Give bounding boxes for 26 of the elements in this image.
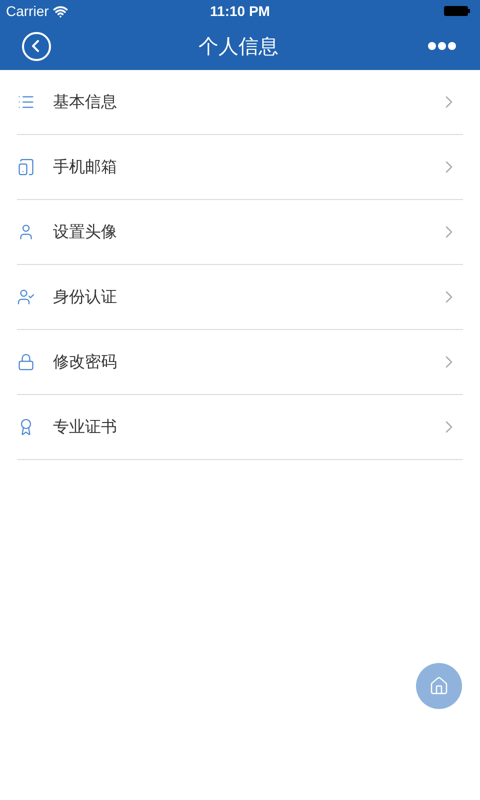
menu-label: 身份认证 bbox=[53, 286, 117, 308]
back-button[interactable] bbox=[22, 32, 51, 60]
menu-item[interactable]: 设置头像 bbox=[17, 200, 463, 265]
user-check-icon bbox=[17, 288, 35, 306]
lock-icon bbox=[17, 353, 35, 371]
menu-label: 手机邮箱 bbox=[53, 156, 117, 178]
page-title: 个人信息 bbox=[198, 33, 278, 60]
menu-item[interactable]: 基本信息 bbox=[17, 70, 463, 135]
menu-label: 修改密码 bbox=[53, 351, 117, 373]
menu-label: 设置头像 bbox=[53, 221, 117, 243]
menu-item[interactable]: 身份认证 bbox=[17, 265, 463, 330]
home-icon bbox=[429, 676, 449, 696]
menu-item[interactable]: 修改密码 bbox=[17, 330, 463, 395]
chevron-left-icon bbox=[32, 40, 39, 52]
menu-item[interactable]: 专业证书 bbox=[17, 395, 463, 460]
wifi-icon bbox=[52, 4, 68, 18]
more-icon bbox=[428, 42, 456, 50]
user-icon bbox=[17, 223, 35, 241]
tablet-icon bbox=[17, 158, 35, 176]
carrier-label: Carrier bbox=[6, 2, 49, 20]
list-icon bbox=[17, 93, 35, 111]
battery-icon bbox=[444, 6, 470, 16]
menu-item[interactable]: 手机邮箱 bbox=[17, 135, 463, 200]
menu-label: 基本信息 bbox=[53, 91, 117, 113]
menu-label: 专业证书 bbox=[53, 416, 117, 438]
clock: 11:10 PM bbox=[210, 2, 270, 20]
